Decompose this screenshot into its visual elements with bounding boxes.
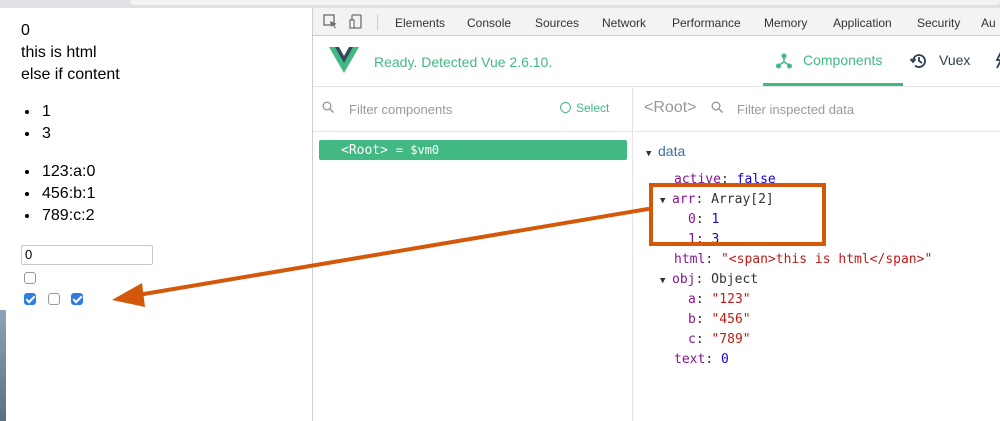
tab-console[interactable]: Console [467,16,511,30]
root-node-ref: = $vm0 [395,143,440,157]
root-component-node[interactable]: <Root> = $vm0 [319,140,627,160]
checkbox-3[interactable] [71,293,83,305]
data-section-header[interactable]: ▼ data [646,141,685,164]
target-icon [560,102,571,113]
data-row-obj-a: a: "123" [688,292,751,307]
search-icon [322,101,334,113]
inspector-filter-bar: <Root> Filter inspected data [634,88,1000,132]
select-component-button[interactable]: Select [560,101,609,115]
data-row-obj-b: b: "456" [688,312,751,327]
vue-devtools-header: Ready. Detected Vue 2.6.10. Components V… [313,37,1000,87]
address-bar[interactable] [130,0,1000,5]
tab-sources[interactable]: Sources [535,16,579,30]
vue-status: Ready. Detected Vue 2.6.10. [374,54,553,70]
tab-active-indicator [763,83,903,86]
text-output-0: 0 [21,22,30,39]
annotation-highlight-box [649,183,826,246]
data-row-text: text: 0 [674,352,729,367]
checkbox-single[interactable] [24,272,36,284]
expand-triangle-icon: ▼ [646,149,652,159]
devtools-tab-bar: Elements Console Sources Network Perform… [313,8,1000,36]
tab-security[interactable]: Security [917,16,960,30]
model-input[interactable]: 0 [21,245,153,265]
list-item: 3 [40,123,51,145]
select-label: Select [576,101,610,115]
list-item: 123:a:0 [40,161,95,183]
checkbox-1[interactable] [24,293,36,305]
browser-toolbar [0,0,1000,8]
events-icon[interactable] [995,50,1000,73]
components-icon [775,52,793,73]
component-filter-bar: Filter components Select [313,88,633,132]
inspector-pane: <Root> Filter inspected data ▼ data activ… [634,88,1000,421]
array-list: 1 3 [40,101,51,145]
tab-components[interactable]: Components [803,52,882,68]
tab-audits[interactable]: Au [981,16,996,30]
data-row-obj-c: c: "789" [688,332,751,347]
list-item: 456:b:1 [40,183,95,205]
object-list: 123:a:0 456:b:1 789:c:2 [40,161,95,227]
tab-application[interactable]: Application [833,16,892,30]
data-row-obj[interactable]: ▼ obj: Object [660,270,758,291]
tab-memory[interactable]: Memory [764,16,807,30]
rendered-page: 0 this is html else if content 1 3 123:a… [0,8,312,421]
search-icon [711,101,723,113]
tab-network[interactable]: Network [602,16,646,30]
tab-elements[interactable]: Elements [395,16,445,30]
list-item: 1 [40,101,51,123]
cursor-select-icon[interactable] [323,14,338,32]
selected-component-name: <Root> [644,99,697,116]
root-node-label: <Root> [341,143,388,158]
filter-inspected-input[interactable]: Filter inspected data [737,102,854,117]
tab-performance[interactable]: Performance [672,16,741,30]
html-output: this is html [21,44,97,61]
desktop-edge [0,310,6,421]
else-if-output: else if content [21,66,120,83]
device-toggle-icon[interactable] [349,14,364,32]
filter-components-input[interactable]: Filter components [349,102,452,117]
history-icon [909,51,929,74]
list-item: 789:c:2 [40,205,95,227]
toolbar-divider [377,14,378,30]
vue-logo-icon [329,47,359,78]
tab-vuex[interactable]: Vuex [939,52,970,68]
checkbox-2[interactable] [48,293,60,305]
expand-triangle-icon: ▼ [660,276,666,286]
component-tree-pane: Filter components Select <Root> = $vm0 [313,88,633,421]
data-row-html: html: "<span>this is html</span>" [674,252,933,267]
